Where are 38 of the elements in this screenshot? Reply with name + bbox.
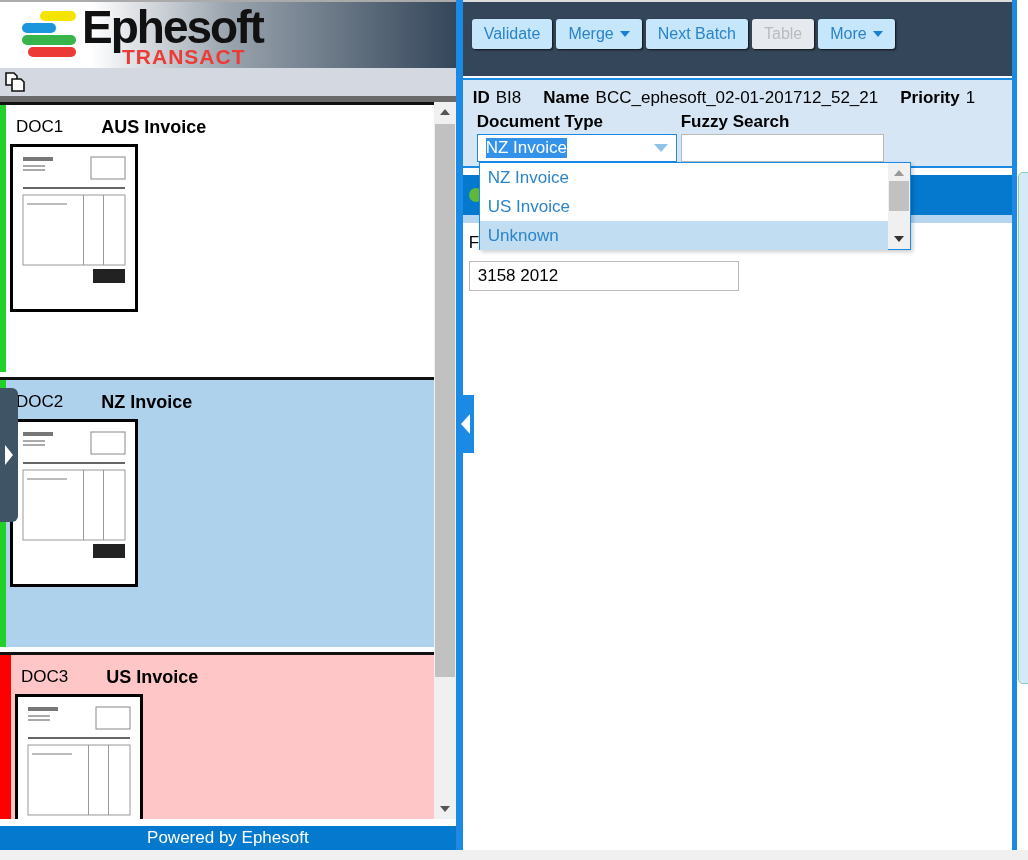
dropdown-option[interactable]: US Invoice (479, 192, 888, 221)
field-label: F (468, 233, 480, 253)
fuzzy-search-field[interactable] (680, 134, 884, 162)
collapse-icon (461, 414, 471, 434)
caret-icon (872, 31, 883, 37)
dropdown-option[interactable]: Unknown (479, 221, 888, 250)
id-label: ID (472, 88, 490, 108)
document-type: US Invoice (106, 667, 199, 688)
dropdown-icon (653, 144, 668, 152)
scroll-up-icon[interactable] (438, 108, 451, 116)
toolbar-button[interactable]: Next Batch (645, 19, 748, 49)
priority-value: 1 (965, 88, 976, 108)
document-card[interactable]: DOC3 US Invoice (0, 652, 434, 819)
fuzzy-search-label: Fuzzy Search (680, 112, 791, 132)
document-type: AUS Invoice (101, 117, 207, 138)
document-type-select[interactable]: NZ Invoice (476, 134, 677, 162)
footer-text: Powered by Ephesoft (0, 826, 456, 850)
priority-label: Priority (900, 88, 960, 108)
document-id: DOC1 (16, 117, 64, 138)
document-id: DOC3 (21, 667, 69, 688)
copy-icon[interactable] (4, 71, 26, 93)
name-value: BCC_ephesoft_02-01-201712_52_21 (595, 88, 879, 108)
expand-handle[interactable] (0, 388, 18, 522)
document-card[interactable]: DOC1 AUS Invoice (0, 102, 434, 372)
field-input[interactable]: 3158 2012 (468, 261, 739, 291)
document-type: NZ Invoice (101, 392, 193, 413)
name-label: Name (543, 88, 590, 108)
scroll-down-icon[interactable] (892, 235, 905, 243)
menu-button[interactable]: Merge (556, 19, 642, 49)
scrollbar[interactable] (433, 102, 456, 819)
caret-icon (619, 31, 630, 37)
toolbar-button[interactable]: Validate (471, 19, 553, 49)
document-type-label: Document Type (476, 112, 604, 132)
id-value: BI8 (495, 88, 522, 108)
scrollbar[interactable] (887, 163, 910, 249)
menu-button[interactable]: More (818, 19, 895, 49)
scroll-down-icon[interactable] (438, 805, 451, 813)
dropdown-option[interactable]: NZ Invoice (479, 163, 888, 192)
